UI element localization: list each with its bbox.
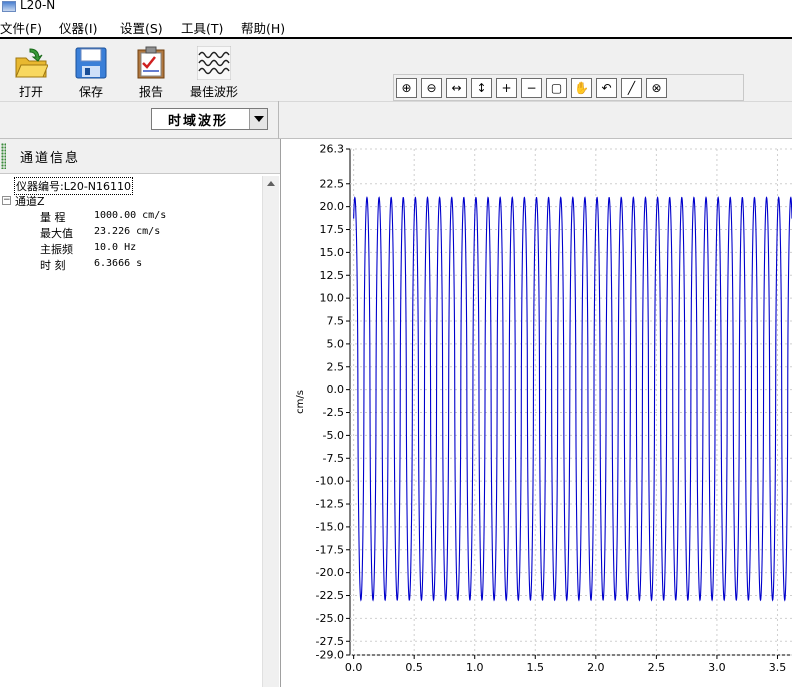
y-tick-label: 26.3 <box>320 143 345 156</box>
window-title: L20-N <box>20 0 56 12</box>
field-range-value: 1000.00 cm/s <box>94 210 167 221</box>
pan-hand-icon[interactable]: ✋ <box>571 78 592 98</box>
menu-instrument[interactable]: 仪器(I) <box>59 18 97 37</box>
zoom-y-icon[interactable]: ↕ <box>471 78 492 98</box>
report-label: 报告 <box>138 85 163 99</box>
menu-help[interactable]: 帮助(H) <box>241 18 285 37</box>
chart-toolbar: ⊕ ⊖ ↔ ↕ + − ▢ ✋ ↶ ╱ ⊗ <box>393 74 744 101</box>
menu-bar: 文件(F) 仪器(I) 设置(S) 工具(T) 帮助(H) <box>0 16 792 37</box>
y-tick-label: -29.0 <box>316 649 344 662</box>
tree-scrollbar[interactable] <box>262 176 279 687</box>
field-range-name: 量 程 <box>40 211 66 224</box>
y-tick-label: 12.5 <box>320 269 345 282</box>
zoom-out-icon[interactable]: ⊖ <box>421 78 442 98</box>
best-wave-label: 最佳波形 <box>189 85 238 99</box>
zoom-minus-icon[interactable]: − <box>521 78 542 98</box>
menu-tools[interactable]: 工具(T) <box>181 18 223 37</box>
reset-zoom-icon[interactable]: ⊗ <box>646 78 667 98</box>
y-tick-label: -17.5 <box>316 543 344 556</box>
report-button[interactable]: 报告 <box>122 43 180 100</box>
waveform-series-line <box>353 196 792 602</box>
field-max-value: 23.226 cm/s <box>94 226 161 237</box>
app-icon <box>2 1 16 12</box>
undo-arrow-icon[interactable]: ↶ <box>596 78 617 98</box>
x-tick-label: 2.0 <box>587 661 605 674</box>
y-tick-label: -15.0 <box>316 520 344 533</box>
grip-icon[interactable] <box>1 143 6 169</box>
channel-tree: 仪器编号:L20-N16110 − 通道Z 量 程 1000.00 cm/s 最… <box>0 174 262 687</box>
waveform-plot: 26.3 22.5 20.0 17.5 15.0 12.5 10.0 7.5 5.0 2.5 0.0… <box>295 143 792 674</box>
line-graph-icon[interactable]: ╱ <box>621 78 642 98</box>
y-axis-label: cm/s <box>295 390 306 414</box>
y-tick-label: 17.5 <box>320 223 345 236</box>
tree-item-channel[interactable]: 通道Z <box>15 193 45 209</box>
open-label: 打开 <box>18 85 43 99</box>
menu-settings[interactable]: 设置(S) <box>120 18 163 37</box>
y-tick-label: 0.0 <box>327 383 345 396</box>
field-max-name: 最大值 <box>40 227 73 240</box>
zoom-in-icon[interactable]: ⊕ <box>396 78 417 98</box>
y-tick-label: -25.0 <box>316 612 344 625</box>
y-tick-label: -10.0 <box>316 475 344 488</box>
zoom-plus-icon[interactable]: + <box>496 78 517 98</box>
y-tick-label: 22.5 <box>320 177 345 190</box>
wave-icon <box>196 45 232 81</box>
mode-bar <box>0 101 792 139</box>
x-tick-label: 0.5 <box>405 661 423 674</box>
y-tick-label: 20.0 <box>320 200 345 213</box>
x-tick-label: 1.5 <box>527 661 545 674</box>
scroll-up-icon[interactable] <box>267 181 275 186</box>
field-time-value: 6.3666 s <box>94 258 143 269</box>
mode-bar-divider <box>278 101 279 139</box>
x-tick-label: 1.0 <box>466 661 484 674</box>
y-tick-label: 15.0 <box>320 246 345 259</box>
display-mode-value: 时域波形 <box>168 114 229 129</box>
best-wave-button[interactable]: 最佳波形 <box>182 43 246 100</box>
zoom-x-icon[interactable]: ↔ <box>446 78 467 98</box>
open-folder-icon <box>14 46 49 80</box>
field-freq-value: 10.0 Hz <box>94 242 137 253</box>
save-label: 保存 <box>78 85 103 99</box>
open-button[interactable]: 打开 <box>2 43 60 100</box>
field-freq-name: 主振频 <box>40 243 73 256</box>
y-tick-label: -12.5 <box>316 498 344 511</box>
y-tick-label: -5.0 <box>323 429 344 442</box>
chevron-down-icon[interactable] <box>249 109 267 129</box>
y-tick-label: 5.0 <box>327 337 345 350</box>
y-tick-label: 2.5 <box>327 360 345 373</box>
x-tick-label: 0.0 <box>345 661 363 674</box>
title-bar: L20-N <box>0 0 792 14</box>
save-button[interactable]: 保存 <box>62 43 120 100</box>
field-time-name: 时 刻 <box>40 259 66 272</box>
y-tick-label: 10.0 <box>320 292 345 305</box>
x-tick-label: 3.0 <box>708 661 726 674</box>
y-tick-label: -2.5 <box>323 406 344 419</box>
display-mode-select[interactable]: 时域波形 <box>151 108 268 130</box>
y-tick-label: -27.5 <box>316 635 344 648</box>
y-tick-label: 7.5 <box>327 315 345 328</box>
menu-file[interactable]: 文件(F) <box>0 18 42 37</box>
x-tick-label: 3.5 <box>769 661 787 674</box>
collapse-icon[interactable]: − <box>2 196 11 205</box>
report-clipboard-icon <box>134 46 168 80</box>
y-tick-label: -7.5 <box>323 452 344 465</box>
channel-panel-title: 通道信息 <box>20 151 81 166</box>
y-tick-label: -20.0 <box>316 566 344 579</box>
waveform-chart: 26.3 22.5 20.0 17.5 15.0 12.5 10.0 7.5 5.0 2.5 0.0… <box>281 139 792 687</box>
x-tick-label: 2.5 <box>648 661 666 674</box>
floppy-save-icon <box>74 46 108 80</box>
zoom-region-icon[interactable]: ▢ <box>546 78 567 98</box>
channel-panel-header: 通道信息 <box>0 139 280 174</box>
y-tick-label: -22.5 <box>316 589 344 602</box>
